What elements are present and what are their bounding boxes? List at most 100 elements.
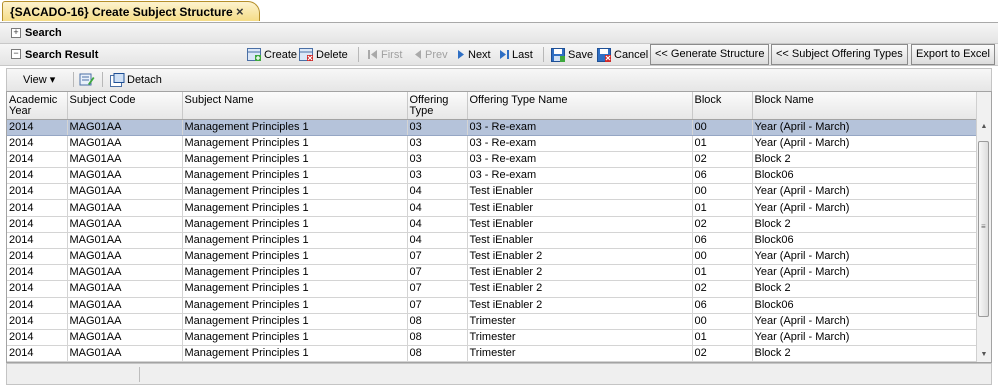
search-section-title: Search xyxy=(25,27,62,39)
table-cell: Year (April - March) xyxy=(752,119,979,136)
tab-create-subject-structure[interactable]: {SACADO-16} Create Subject Structure × xyxy=(2,1,260,21)
table-cell: Trimester xyxy=(467,313,693,330)
scrollbar-thumb[interactable]: ≡ xyxy=(978,141,989,317)
toolbar-separator xyxy=(73,72,74,87)
table-cell: 07 xyxy=(407,248,468,266)
table-row[interactable]: 2014 MAG01AA Management Principles 1 03 03 -… xyxy=(7,151,979,169)
create-button[interactable]: Create xyxy=(247,45,297,65)
table-row[interactable]: 2014 MAG01AA Management Principles 1 07 Test… xyxy=(7,248,979,266)
table-cell: Test iEnabler 2 xyxy=(467,280,693,298)
table-row[interactable]: 2014 MAG01AA Management Principles 1 08 Trim… xyxy=(7,329,979,347)
table-cell: MAG01AA xyxy=(67,167,183,185)
table-row[interactable]: 2014 MAG01AA Management Principles 1 07 Test… xyxy=(7,280,979,298)
table-cell: 02 xyxy=(692,216,753,233)
table-cell: Test iEnabler 2 xyxy=(467,264,693,282)
results-grid: Academic Year Subject Code Subject Name Off… xyxy=(6,91,992,363)
table-row[interactable]: 2014 MAG01AA Management Principles 1 08 Trim… xyxy=(7,313,979,330)
column-header[interactable]: Offering Type Name xyxy=(467,92,693,120)
generate-structure-button[interactable]: << Generate Structure xyxy=(650,44,770,65)
table-cell: Management Principles 1 xyxy=(182,232,408,250)
table-cell: 03 - Re-exam xyxy=(467,119,693,136)
table-row[interactable]: 2014 MAG01AA Management Principles 1 07 Test… xyxy=(7,297,979,314)
table-cell: 2014 xyxy=(7,151,68,169)
table-cell: MAG01AA xyxy=(67,313,183,330)
vertical-scrollbar[interactable]: ▲ ≡ ▼ xyxy=(976,92,991,362)
table-cell: MAG01AA xyxy=(67,280,183,298)
view-menu-button[interactable]: View ▾ xyxy=(15,72,63,90)
save-label: Save xyxy=(568,49,594,61)
tab-strip: {SACADO-16} Create Subject Structure × xyxy=(0,0,998,23)
table-cell: 03 - Re-exam xyxy=(467,167,693,185)
table-row[interactable]: 2014 MAG01AA Management Principles 1 04 Test… xyxy=(7,216,979,233)
table-cell: 03 - Re-exam xyxy=(467,151,693,169)
table-cell: Trimester xyxy=(467,345,693,362)
prev-button[interactable]: Prev xyxy=(413,45,448,65)
table-row[interactable]: 2014 MAG01AA Management Principles 1 07 Test… xyxy=(7,264,979,282)
column-header[interactable]: Academic Year xyxy=(7,92,68,120)
table-cell: 08 xyxy=(407,345,468,362)
save-button[interactable]: Save xyxy=(551,45,593,65)
search-result-section-header: − Search Result Create Delete First Prev… xyxy=(0,44,998,66)
table-cell: 03 xyxy=(407,119,468,136)
table-cell: 07 xyxy=(407,280,468,298)
table-cell: 07 xyxy=(407,264,468,282)
table-cell: Test iEnabler 2 xyxy=(467,248,693,266)
export-to-excel-button[interactable]: Export to Excel xyxy=(911,44,995,65)
table-cell: Block 2 xyxy=(752,216,979,233)
table-row[interactable]: 2014 MAG01AA Management Principles 1 03 03 -… xyxy=(7,135,979,152)
column-header[interactable]: Offering Type xyxy=(407,92,468,120)
table-row[interactable]: 2014 MAG01AA Management Principles 1 04 Test… xyxy=(7,183,979,201)
subject-offering-types-button[interactable]: << Subject Offering Types xyxy=(771,44,908,65)
detach-label: Detach xyxy=(127,74,162,86)
table-cell: Management Principles 1 xyxy=(182,297,408,314)
cancel-icon xyxy=(597,48,612,62)
column-header[interactable]: Block Name xyxy=(752,92,979,120)
table-cell: 2014 xyxy=(7,167,68,185)
scroll-up-icon[interactable]: ▲ xyxy=(979,122,989,132)
table-cell: Year (April - March) xyxy=(752,264,979,282)
table-cell: Management Principles 1 xyxy=(182,199,408,217)
table-cell: MAG01AA xyxy=(67,183,183,201)
table-cell: 04 xyxy=(407,199,468,217)
expand-icon[interactable]: + xyxy=(11,28,21,38)
column-header[interactable]: Subject Name xyxy=(182,92,408,120)
table-cell: 04 xyxy=(407,183,468,201)
table-cell: MAG01AA xyxy=(67,232,183,250)
table-cell: 00 xyxy=(692,119,753,136)
collapse-icon[interactable]: − xyxy=(11,49,21,59)
tab-close-icon[interactable]: × xyxy=(236,4,244,19)
first-button[interactable]: First xyxy=(367,45,402,65)
table-row[interactable]: 2014 MAG01AA Management Principles 1 03 03 -… xyxy=(7,119,979,136)
table-row[interactable]: 2014 MAG01AA Management Principles 1 04 Test… xyxy=(7,232,979,250)
table-cell: 2014 xyxy=(7,135,68,152)
create-icon xyxy=(247,48,262,62)
column-header[interactable]: Subject Code xyxy=(67,92,183,120)
grid-toolbar: View ▾ Detach xyxy=(6,68,992,91)
table-cell: 2014 xyxy=(7,313,68,330)
search-result-title: Search Result xyxy=(25,49,99,61)
table-row[interactable]: 2014 MAG01AA Management Principles 1 04 Test… xyxy=(7,199,979,217)
search-section-header[interactable]: + Search xyxy=(0,23,998,44)
table-cell: Management Principles 1 xyxy=(182,183,408,201)
last-button[interactable]: Last xyxy=(498,45,533,65)
table-row[interactable]: 2014 MAG01AA Management Principles 1 03 03 -… xyxy=(7,167,979,185)
table-cell: 2014 xyxy=(7,248,68,266)
cancel-button[interactable]: Cancel xyxy=(597,45,648,65)
table-cell: MAG01AA xyxy=(67,216,183,233)
scroll-down-icon[interactable]: ▼ xyxy=(979,350,989,360)
table-cell: 02 xyxy=(692,345,753,362)
detach-icon xyxy=(110,73,125,87)
next-button[interactable]: Next xyxy=(456,45,491,65)
table-cell: Block06 xyxy=(752,167,979,185)
delete-button[interactable]: Delete xyxy=(299,45,348,65)
table-cell: 02 xyxy=(692,280,753,298)
table-cell: 03 - Re-exam xyxy=(467,135,693,152)
table-cell: 01 xyxy=(692,329,753,347)
detach-button[interactable]: Detach xyxy=(110,70,162,90)
edit-query-icon[interactable] xyxy=(79,72,95,87)
first-label: First xyxy=(381,49,403,61)
table-row[interactable]: 2014 MAG01AA Management Principles 1 08 Trim… xyxy=(7,345,979,362)
table-cell: 00 xyxy=(692,248,753,266)
table-cell: 00 xyxy=(692,313,753,330)
column-header[interactable]: Block xyxy=(692,92,753,120)
